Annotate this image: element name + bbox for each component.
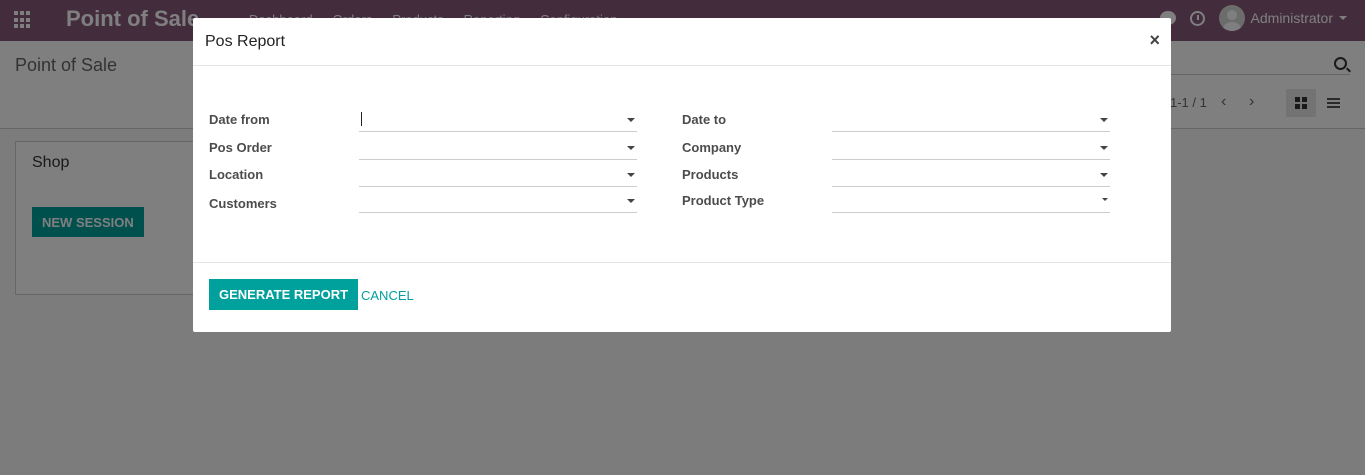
product-type-label: Product Type — [682, 193, 765, 208]
dialog-header: Pos Report × — [193, 18, 1171, 66]
date-to-field[interactable] — [832, 108, 1110, 132]
location-field[interactable] — [359, 163, 637, 187]
products-label: Products — [682, 167, 739, 182]
product-type-row: Product Type — [682, 189, 1112, 213]
company-row: Company — [682, 136, 1112, 160]
pos-order-row: Pos Order — [209, 136, 639, 160]
pos-report-dialog: Pos Report × Date from Pos Order Locatio… — [193, 18, 1171, 332]
chevron-down-icon — [627, 146, 635, 150]
pos-order-label: Pos Order — [209, 140, 272, 155]
location-row: Location — [209, 163, 639, 187]
chevron-down-icon — [1102, 198, 1108, 201]
close-icon[interactable]: × — [1149, 30, 1160, 51]
chevron-down-icon — [1100, 146, 1108, 150]
dialog-title: Pos Report — [205, 33, 286, 50]
customers-row: Customers — [209, 189, 639, 213]
generate-report-button[interactable]: GENERATE REPORT — [209, 279, 359, 310]
date-from-row: Date from — [209, 108, 639, 132]
chevron-down-icon — [1100, 173, 1108, 177]
cancel-button[interactable]: CANCEL — [361, 288, 414, 303]
customers-label: Customers — [209, 196, 277, 211]
date-to-label: Date to — [682, 112, 727, 127]
date-to-row: Date to — [682, 108, 1112, 132]
dialog-footer: GENERATE REPORT CANCEL — [193, 262, 1171, 332]
chevron-down-icon — [1100, 118, 1108, 122]
date-from-label: Date from — [209, 112, 270, 127]
company-label: Company — [682, 140, 742, 155]
company-field[interactable] — [832, 136, 1110, 160]
text-cursor — [361, 112, 362, 126]
product-type-field[interactable] — [832, 189, 1110, 213]
customers-field[interactable] — [359, 189, 637, 213]
products-field[interactable] — [832, 163, 1110, 187]
products-row: Products — [682, 163, 1112, 187]
date-from-field[interactable] — [359, 108, 637, 132]
chevron-down-icon — [627, 173, 635, 177]
pos-order-field[interactable] — [359, 136, 637, 160]
location-label: Location — [209, 167, 264, 182]
chevron-down-icon — [627, 118, 635, 122]
chevron-down-icon — [627, 199, 635, 203]
